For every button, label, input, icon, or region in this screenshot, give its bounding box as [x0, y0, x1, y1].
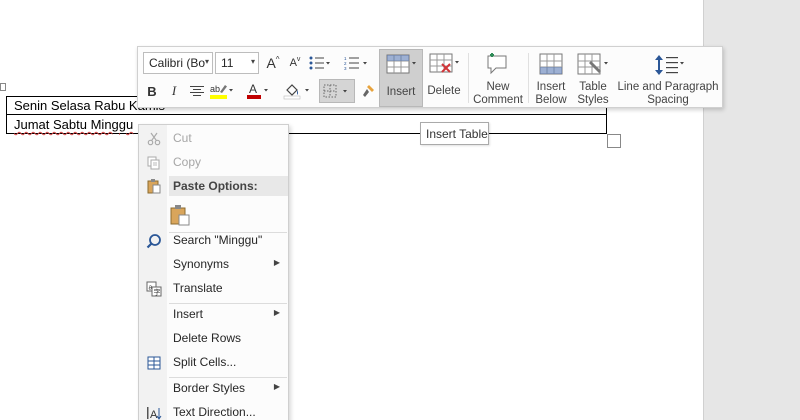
- insert-below-line1: Insert: [536, 81, 566, 93]
- menu-item-label: Cut: [173, 131, 192, 145]
- borders-icon[interactable]: [319, 79, 355, 103]
- menu-item-delete-rows[interactable]: Delete Rows: [139, 327, 288, 350]
- line-paragraph-spacing-button[interactable]: Line and Paragraph Spacing: [615, 49, 721, 107]
- menu-item-label: Split Cells...: [173, 355, 237, 369]
- insert-below-button[interactable]: Insert Below: [531, 49, 571, 107]
- insert-below-line2: Below: [535, 94, 567, 106]
- toolbar-divider: [468, 53, 469, 103]
- copy-icon: [145, 154, 162, 171]
- italic-icon[interactable]: I: [164, 81, 184, 101]
- align-center-icon[interactable]: [187, 81, 207, 101]
- chevron-down-icon: ▾: [250, 57, 255, 66]
- table-move-handle[interactable]: [0, 83, 6, 91]
- svg-text:字: 字: [153, 287, 160, 296]
- bold-icon[interactable]: B: [142, 81, 162, 101]
- new-comment-line1: New: [486, 81, 510, 93]
- table-styles-line2: Styles: [577, 94, 609, 106]
- svg-text:A: A: [150, 409, 158, 420]
- italic-label: I: [171, 83, 177, 98]
- scissors-icon: [145, 130, 162, 147]
- line-spacing-line1: Line and Paragraph: [617, 81, 719, 93]
- line-spacing-line2: Spacing: [647, 94, 689, 106]
- menu-item-label: Search "Minggu": [173, 233, 263, 247]
- delete-table-button[interactable]: Delete: [424, 49, 464, 107]
- new-comment-button[interactable]: New Comment: [470, 49, 526, 107]
- chevron-down-icon: ▾: [204, 57, 209, 66]
- font-size-value: 11: [221, 56, 234, 70]
- grow-font-icon[interactable]: A ^: [263, 53, 283, 73]
- menu-item-split-cells[interactable]: Split Cells...: [139, 351, 288, 374]
- toolbar-divider: [528, 53, 529, 103]
- menu-item-copy[interactable]: Copy: [139, 151, 288, 174]
- font-name-select[interactable]: Calibri (Bo ▾: [143, 52, 213, 74]
- menu-item-synonyms[interactable]: Synonyms ▶: [139, 253, 288, 276]
- chevron-right-icon: ▶: [273, 308, 280, 317]
- tooltip: Insert Table: [420, 122, 489, 145]
- font-name-value: Calibri (Bo: [149, 56, 206, 70]
- svg-text:ab: ab: [210, 84, 220, 94]
- clipboard-icon: [145, 177, 162, 194]
- menu-item-text-direction[interactable]: A Text Direction...: [139, 401, 288, 420]
- paste-keep-formatting-icon: [169, 204, 191, 226]
- bold-label: B: [147, 83, 157, 99]
- svg-text:A: A: [249, 82, 257, 96]
- numbering-icon[interactable]: 123: [341, 53, 371, 73]
- shading-icon[interactable]: [282, 81, 314, 101]
- chevron-right-icon: ▶: [273, 382, 280, 391]
- table-styles-button[interactable]: Table Styles: [573, 49, 613, 107]
- menu-item-label: Insert: [173, 307, 204, 321]
- translate-icon: a字: [145, 280, 162, 297]
- menu-item-label: Copy: [173, 155, 202, 169]
- tooltip-text: Insert Table: [426, 127, 488, 141]
- font-color-icon[interactable]: A: [245, 81, 273, 101]
- paste-option-keep-source[interactable]: [139, 200, 288, 230]
- table-resize-handle[interactable]: [607, 134, 621, 148]
- insert-label: Insert: [386, 86, 416, 98]
- new-comment-line2: Comment: [473, 94, 523, 106]
- shrink-font-icon[interactable]: Av: [285, 53, 305, 73]
- menu-item-label: Text Direction...: [173, 405, 256, 419]
- chevron-right-icon: ▶: [273, 258, 280, 267]
- table-row[interactable]: Jumat Sabtu Minggu: [7, 116, 606, 134]
- search-icon: [145, 232, 162, 249]
- format-painter-icon[interactable]: [358, 81, 378, 101]
- menu-item-label: Synonyms: [173, 257, 230, 271]
- svg-text:3: 3: [344, 66, 347, 70]
- menu-item-insert[interactable]: Insert ▶: [139, 303, 288, 326]
- menu-item-search[interactable]: Search "Minggu": [139, 229, 288, 252]
- paste-options-header: Paste Options:: [169, 176, 288, 196]
- delete-label: Delete: [427, 85, 461, 97]
- menu-item-border-styles[interactable]: Border Styles ▶: [139, 377, 288, 400]
- text-direction-icon: A: [145, 404, 162, 420]
- font-size-select[interactable]: 11 ▾: [215, 52, 259, 74]
- highlight-icon[interactable]: ab: [208, 81, 236, 101]
- menu-item-cut[interactable]: Cut: [139, 127, 288, 150]
- paste-options-label: Paste Options:: [173, 179, 258, 193]
- context-menu: Cut Copy Paste Options: Search "Minggu" …: [138, 124, 289, 420]
- table-cell-text: Jumat Sabtu Minggu: [14, 117, 133, 132]
- mini-toolbar: Calibri (Bo ▾ 11 ▾ A ^ Av 123 B I ab A In…: [137, 46, 723, 108]
- table-styles-line1: Table: [579, 81, 607, 93]
- menu-item-label: Border Styles: [173, 381, 246, 395]
- menu-item-translate[interactable]: a字 Translate: [139, 277, 288, 300]
- row2-text: Jumat Sabtu Minggu: [14, 117, 134, 132]
- split-cells-icon: [145, 354, 162, 371]
- insert-table-button[interactable]: Insert: [379, 49, 423, 107]
- menu-item-label: Translate: [173, 281, 223, 295]
- bullets-icon[interactable]: [306, 53, 334, 73]
- menu-item-label: Delete Rows: [173, 331, 242, 345]
